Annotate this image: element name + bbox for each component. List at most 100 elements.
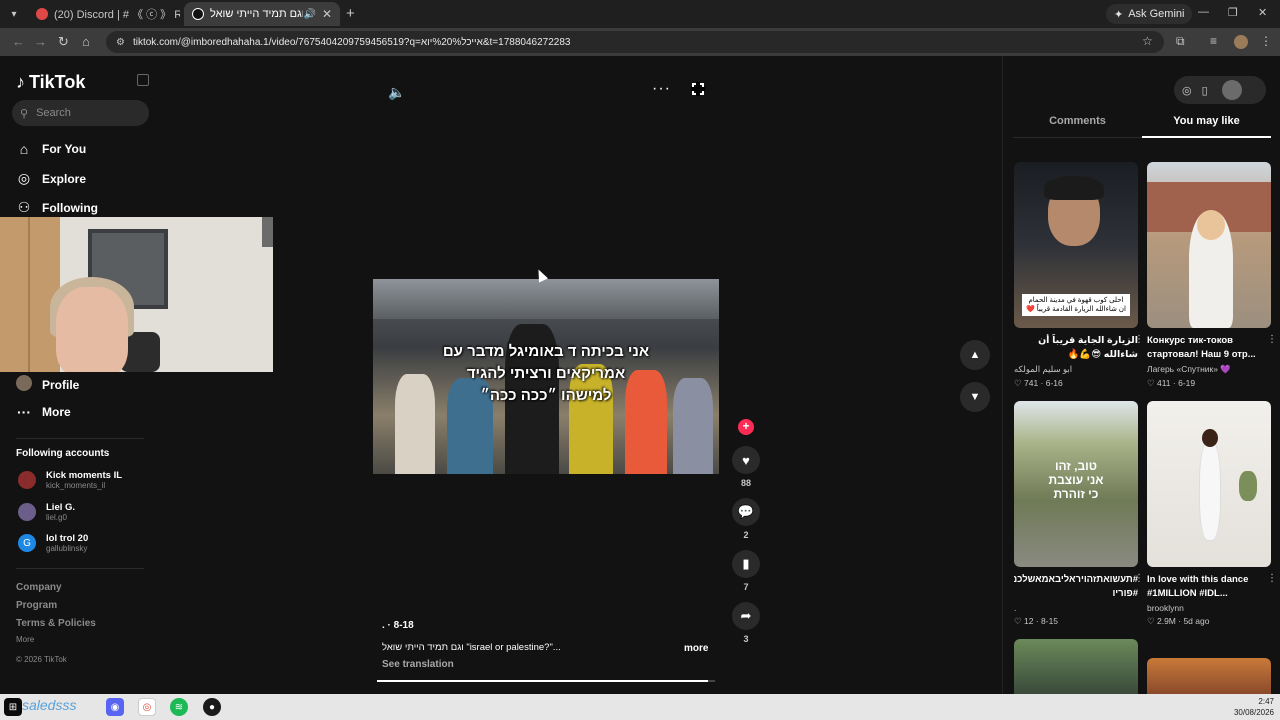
user-avatar[interactable] (1221, 80, 1242, 100)
ask-gemini-button[interactable]: ✦ Ask Gemini (1106, 4, 1193, 24)
footer-program-link[interactable]: Program (16, 600, 57, 611)
bookmark-star-icon[interactable]: ☆ (1142, 34, 1153, 48)
fullscreen-icon[interactable] (691, 82, 705, 96)
caption-line: אני בכיתה ד באומיגל מדבר עם (442, 343, 650, 360)
nav-for-you[interactable]: ⌂ For You (16, 141, 86, 157)
cabinet-shape (0, 217, 60, 372)
mobile-icon[interactable]: ▯ (1202, 84, 1208, 97)
following-account[interactable]: G lol trol 20 gallublinsky (18, 533, 88, 553)
obs-app-icon[interactable]: ● (203, 698, 221, 716)
tab-title: וגם תמיד הייתי שואל "israel or palestine… (210, 8, 304, 20)
video-thumbnail[interactable]: احلى كوب قهوة في مدينة الحمام ان شاءالله… (1014, 162, 1138, 328)
previous-video-button[interactable]: ▲ (960, 340, 990, 370)
close-tab-icon[interactable]: ✕ (316, 7, 332, 21)
video-date: . · 8-18 (382, 620, 414, 631)
reload-icon[interactable]: ↻ (58, 34, 69, 50)
forward-icon[interactable]: → (34, 34, 47, 49)
like-action[interactable]: ♥ 88 (730, 446, 762, 488)
system-clock: 2:47 30/08/2026 (1232, 696, 1274, 718)
save-action[interactable]: ▮ 7 (730, 550, 762, 592)
compass-icon[interactable]: ◎ (1182, 84, 1192, 97)
card-author[interactable]: ابو سليم المولكه (1014, 364, 1138, 375)
video-thumbnail[interactable] (1147, 658, 1271, 694)
tab-search-icon[interactable]: ▾ (4, 4, 24, 24)
search-input[interactable] (36, 107, 137, 119)
footer-terms-link[interactable]: Terms & Policies (16, 618, 96, 629)
more-options-icon[interactable]: ··· (652, 80, 671, 98)
card-author[interactable]: . (1014, 603, 1138, 613)
share-action[interactable]: ➦ 3 (730, 602, 762, 644)
new-tab-button[interactable]: + (346, 5, 355, 22)
menu-kebab-icon[interactable]: ⋮ (1260, 34, 1272, 48)
tab-tiktok[interactable]: וגם תמיד הייתי שואל "israel or palestine… (184, 2, 340, 26)
home-icon[interactable]: ⌂ (82, 34, 90, 49)
tiktok-logo[interactable]: ♪ TikTok (16, 72, 85, 93)
chrome-app-icon[interactable]: ◎ (138, 698, 156, 716)
comment-icon[interactable]: 💬 (732, 498, 760, 526)
video-thumbnail[interactable] (1014, 639, 1138, 694)
account-name: lol trol 20 (46, 533, 89, 544)
card-menu-icon[interactable]: ⋮ (1134, 334, 1144, 345)
nav-explore[interactable]: ◎ Explore (16, 170, 86, 187)
video-thumbnail[interactable] (1147, 162, 1271, 328)
discord-app-icon[interactable]: ◉ (106, 698, 124, 716)
footer-more-link[interactable]: More (16, 635, 34, 644)
close-window-icon[interactable]: ✕ (1258, 6, 1267, 19)
video-player[interactable]: אני בכיתה ד באומיגל מדבר עם אמריקאים ורצ… (373, 279, 719, 474)
card-menu-icon[interactable]: ⋮ (1134, 573, 1144, 584)
card-stats: ♡ 411 · 6-19 (1147, 378, 1196, 388)
video-thumbnail[interactable] (1147, 401, 1271, 567)
compass-icon: ◎ (17, 170, 31, 186)
bookmark-icon[interactable]: ▮ (732, 550, 760, 578)
heart-icon[interactable]: ♥ (732, 446, 760, 474)
spotify-app-icon[interactable]: ≋ (170, 698, 188, 716)
card-author[interactable]: Лагерь «Спутник» 💜 (1147, 364, 1271, 375)
video-progress-bar[interactable] (377, 680, 715, 682)
collapse-sidebar-icon[interactable] (137, 74, 149, 86)
url-field[interactable]: ⚙ tiktok.com/@imboredhahaha.1/video/7675… (106, 31, 1164, 53)
save-count: 7 (743, 582, 749, 592)
footer-company-link[interactable]: Company (16, 582, 62, 593)
nav-more[interactable]: ··· More (16, 404, 71, 420)
recommended-video-card[interactable]: טוב, זהו אני עוצבת כי זוהרת #תעשואתזהויר… (1014, 401, 1144, 627)
card-menu-icon[interactable]: ⋮ (1267, 334, 1277, 345)
card-author[interactable]: brooklynn (1147, 603, 1271, 613)
start-icon[interactable]: ⊞ (4, 698, 22, 716)
tab-comments[interactable]: Comments (1013, 114, 1142, 128)
nav-following[interactable]: ⚇ Following (16, 199, 98, 216)
webcam-overlay (0, 217, 273, 372)
tab-discord[interactable]: (20) Discord | # 《 ⓒ 》 React-tr ✕ (28, 2, 180, 26)
tiktok-note-icon: ♪ (16, 72, 25, 92)
minimize-icon[interactable]: — (1198, 6, 1209, 18)
back-icon[interactable]: ← (12, 34, 25, 49)
recommended-video-card[interactable]: In love with this dance #1MILLION #IDL..… (1147, 401, 1277, 627)
follow-plus-button[interactable]: + (738, 419, 754, 435)
site-info-icon[interactable]: ⚙ (116, 37, 125, 48)
comment-action[interactable]: 💬 2 (730, 498, 762, 540)
description-more-button[interactable]: more (684, 643, 708, 654)
search-box[interactable]: ⚲ (12, 100, 149, 126)
taskbar-search-text[interactable]: saledsss (22, 697, 76, 713)
following-account[interactable]: Kick moments IL kick_moments_il (18, 470, 122, 490)
following-account[interactable]: Liel G. liel.g0 (18, 502, 75, 522)
nav-profile[interactable]: Profile (16, 375, 79, 394)
account-handle: gallublinsky (46, 544, 88, 553)
card-menu-icon[interactable]: ⋮ (1267, 573, 1277, 584)
media-controls-icon[interactable]: ≡ (1210, 34, 1217, 48)
volume-icon[interactable]: 🔈 (388, 84, 405, 101)
recommended-video-card[interactable]: Конкурс тик-токов стартовал! Наш 9 отр..… (1147, 162, 1277, 389)
restore-icon[interactable]: ❐ (1228, 6, 1238, 19)
recommended-video-card[interactable]: احلى كوب قهوة في مدينة الحمام ان شاءالله… (1014, 162, 1144, 389)
extensions-icon[interactable]: ⧉ (1176, 34, 1185, 49)
tab-you-may-like[interactable]: You may like (1142, 114, 1271, 138)
video-thumbnail[interactable]: טוב, זהו אני עוצבת כי זוהרת (1014, 401, 1138, 567)
share-icon[interactable]: ➦ (732, 602, 760, 630)
speaker-icon[interactable]: 🔊 (303, 9, 315, 20)
browser-profile-avatar[interactable] (1234, 35, 1248, 49)
chevron-up-icon: ▲ (969, 349, 981, 361)
head-shape (1202, 429, 1218, 447)
card-stats: ♡ 2.9M · 5d ago (1147, 616, 1210, 626)
next-video-button[interactable]: ▼ (960, 382, 990, 412)
see-translation-button[interactable]: See translation (382, 659, 454, 670)
account-name: Liel G. (46, 502, 76, 513)
